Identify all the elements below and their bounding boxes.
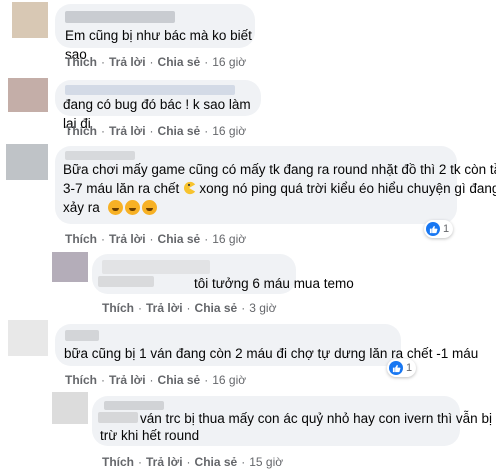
share-button[interactable]: Chia sẻ (158, 55, 201, 69)
timestamp[interactable]: 3 giờ (249, 301, 276, 315)
like-button[interactable]: Thích (65, 124, 97, 138)
reply-button[interactable]: Trả lời (109, 373, 146, 387)
comment-bubble: đang có bug đó bác ! k sao làm lại đi (55, 80, 261, 131)
reaction-summary[interactable]: 1 (387, 359, 417, 377)
commenter-name[interactable] (65, 151, 135, 160)
comment-actions: Thích · Trả lời · Chia sẻ · 16 giờ (65, 232, 247, 246)
laughing-emoji-icon (141, 200, 157, 215)
like-button[interactable]: Thích (65, 373, 97, 387)
comment-actions: Thích · Trả lời · Chia sẻ · 16 giờ (65, 55, 247, 69)
reaction-count: 1 (443, 223, 450, 235)
avatar[interactable] (8, 320, 48, 356)
share-button[interactable]: Chia sẻ (158, 232, 201, 246)
comment-actions: Thích · Trả lời · Chia sẻ · 3 giờ (102, 301, 277, 315)
comment-bubble: ván trc bị thua mấy con ác quỷ nhỏ hay c… (92, 396, 492, 446)
commenter-name[interactable] (65, 330, 99, 341)
comment-actions: Thích · Trả lời · Chia sẻ · 16 giờ (65, 373, 247, 387)
reply-button[interactable]: Trả lời (146, 455, 183, 469)
share-button[interactable]: Chia sẻ (195, 455, 238, 469)
timestamp[interactable]: 16 giờ (212, 55, 246, 69)
comment-actions: Thích · Trả lời · Chia sẻ · 16 giờ (65, 124, 247, 138)
reply-button[interactable]: Trả lời (109, 124, 146, 138)
reply-button[interactable]: Trả lời (109, 55, 146, 69)
like-button[interactable]: Thích (102, 455, 134, 469)
comment-text: Bữa chơi mấy game cũng có mấy tk đang ra… (63, 162, 496, 215)
like-reaction-icon (426, 222, 440, 236)
reply-button[interactable]: Trả lời (109, 232, 146, 246)
avatar[interactable] (6, 144, 48, 180)
commenter-name[interactable] (65, 85, 235, 95)
like-button[interactable]: Thích (65, 232, 97, 246)
comment-text: bữa cũng bị 1 ván đang còn 2 máu đi chợ … (64, 346, 479, 361)
timestamp[interactable]: 16 giờ (212, 124, 246, 138)
comment-bubble: tôi tưởng 6 máu mua temo (92, 254, 354, 294)
share-button[interactable]: Chia sẻ (195, 301, 238, 315)
pacman-emoji-icon (184, 181, 196, 195)
share-button[interactable]: Chia sẻ (158, 373, 201, 387)
laughing-emoji-icon (124, 200, 140, 215)
comment-bubble: Em cũng bị như bác mà ko biết sao (55, 4, 255, 62)
like-button[interactable]: Thích (102, 301, 134, 315)
commenter-name[interactable] (65, 11, 175, 23)
timestamp[interactable]: 16 giờ (212, 373, 246, 387)
comment-actions: Thích · Trả lời · Chia sẻ · 15 giờ (102, 455, 284, 469)
avatar[interactable] (8, 78, 48, 112)
laughing-emoji-icon (107, 200, 123, 215)
comment-bubble: Bữa chơi mấy game cũng có mấy tk đang ra… (55, 146, 496, 224)
reaction-summary[interactable]: 1 (424, 220, 454, 238)
timestamp[interactable]: 15 giờ (249, 455, 283, 469)
reaction-count: 1 (406, 362, 413, 374)
reply-button[interactable]: Trả lời (146, 301, 183, 315)
comment-bubble: bữa cũng bị 1 ván đang còn 2 máu đi chợ … (55, 324, 478, 366)
comment-text: tôi tưởng 6 máu mua temo (194, 276, 354, 291)
avatar[interactable] (12, 2, 48, 38)
share-button[interactable]: Chia sẻ (158, 124, 201, 138)
timestamp[interactable]: 16 giờ (212, 232, 246, 246)
commenter-name[interactable] (102, 260, 210, 274)
like-button[interactable]: Thích (65, 55, 97, 69)
avatar[interactable] (52, 392, 88, 424)
like-reaction-icon (389, 361, 403, 375)
avatar[interactable] (52, 252, 88, 282)
